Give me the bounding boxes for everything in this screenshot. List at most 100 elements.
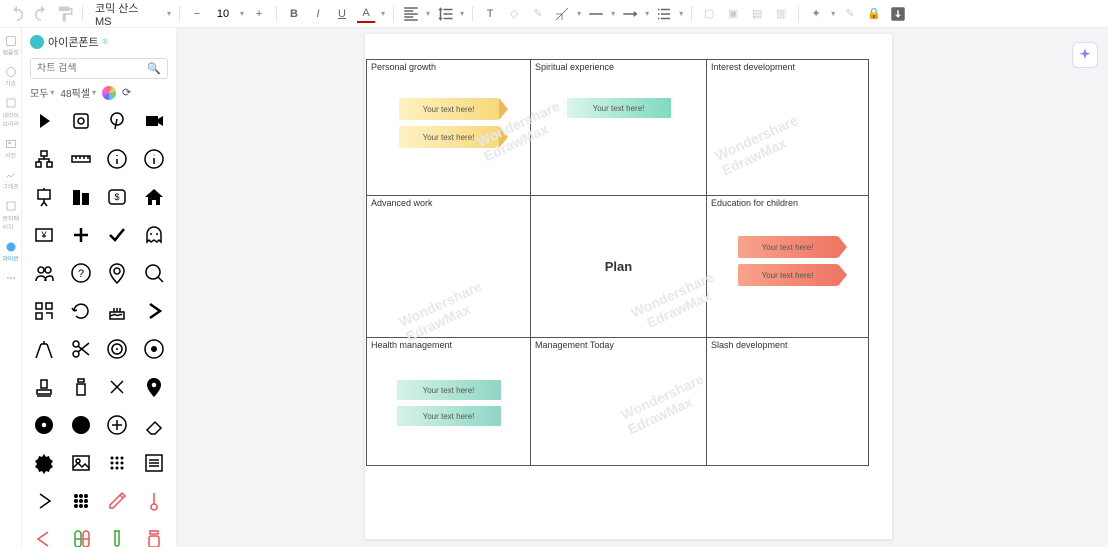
send-back-icon[interactable]: ▥ [772,5,790,23]
cell-title[interactable]: Personal growth [371,62,526,72]
align-icon[interactable] [402,5,420,23]
note[interactable]: Your text here! [738,236,838,258]
increase-font-icon[interactable]: + [250,5,268,23]
search-icon[interactable]: 🔍 [147,62,161,75]
pill-icon[interactable] [67,524,96,547]
shape-icon[interactable]: ◇ [505,5,523,23]
note[interactable]: Your text here! [399,98,499,120]
plan-grid[interactable]: Personal growth Your text here! Your tex… [366,59,869,466]
home-icon[interactable] [140,182,169,212]
decrease-font-icon[interactable]: − [188,5,206,23]
chevron-down-icon[interactable]: ▾ [381,9,385,18]
undo-icon[interactable] [8,5,26,23]
check-icon[interactable] [103,220,132,250]
close-icon[interactable] [103,372,132,402]
note[interactable]: Your text here! [738,264,838,286]
stamp-icon[interactable] [30,372,59,402]
pin-filled-icon[interactable] [140,372,169,402]
video-icon[interactable] [140,106,169,136]
bring-front-icon[interactable]: ▤ [748,5,766,23]
nav-icons[interactable]: 아이콘 [1,238,21,267]
line-spacing-icon[interactable] [436,5,454,23]
nav-templates[interactable]: 템플릿 [1,32,21,61]
wheel-icon[interactable] [30,410,59,440]
text-icon[interactable]: T [481,5,499,23]
alipay-icon[interactable] [67,410,96,440]
search-icon[interactable] [140,258,169,288]
back-icon[interactable] [30,524,59,547]
list-box-icon[interactable] [140,448,169,478]
list-icon[interactable] [655,5,673,23]
bold-icon[interactable]: B [285,5,303,23]
edit-icon[interactable]: ✎ [841,5,859,23]
test-tube-icon[interactable] [103,524,132,547]
arrow-style-icon[interactable] [621,5,639,23]
nav-more[interactable] [1,269,21,288]
map-pin-icon[interactable] [67,106,96,136]
cell-title[interactable]: Management Today [535,340,702,350]
info-icon[interactable] [103,144,132,174]
font-color-icon[interactable]: A [357,5,375,23]
search-input[interactable] [37,63,147,74]
target-icon[interactable] [103,334,132,364]
qr-icon[interactable] [30,296,59,326]
building-icon[interactable] [67,182,96,212]
image-icon[interactable] [67,448,96,478]
arrow-right-icon[interactable] [30,106,59,136]
add-circle-icon[interactable] [103,410,132,440]
connector-icon[interactable] [553,5,571,23]
eraser-icon[interactable] [140,410,169,440]
cell-title[interactable]: Spiritual experience [535,62,702,72]
dots-grid-icon[interactable] [67,486,96,516]
pinterest-icon[interactable] [103,106,132,136]
ai-assistant-button[interactable] [1072,42,1098,68]
cake-icon[interactable] [103,296,132,326]
grid-dots-icon[interactable] [103,448,132,478]
ruler-icon[interactable] [67,144,96,174]
jar-icon[interactable] [140,524,169,547]
ungroup-icon[interactable]: ▣ [724,5,742,23]
redo-icon[interactable] [32,5,50,23]
refresh-icon[interactable]: ⟳ [122,86,131,99]
color-filter[interactable] [102,86,116,100]
cell-title[interactable]: Advanced work [371,198,526,208]
thermometer-icon[interactable] [140,486,169,516]
group-icon[interactable]: ▢ [700,5,718,23]
gear-icon[interactable] [30,448,59,478]
note[interactable]: Your text here! [397,406,501,426]
ghost-icon[interactable] [140,220,169,250]
font-select[interactable]: 코믹 산스 MS [91,0,161,29]
compass-icon[interactable] [30,334,59,364]
cell-title[interactable]: Slash development [711,340,864,350]
org-icon[interactable] [30,144,59,174]
font-size-input[interactable] [212,8,234,20]
arrow-right-icon[interactable] [140,296,169,326]
ai-star-icon[interactable]: ✦ [807,5,825,23]
help-icon[interactable]: ? [67,258,96,288]
italic-icon[interactable]: I [309,5,327,23]
users-icon[interactable] [30,258,59,288]
chevron-down-icon[interactable]: ▾ [167,9,171,18]
plus-icon[interactable] [67,220,96,250]
yen-icon[interactable]: ¥ [30,220,59,250]
page[interactable]: Personal growth Your text here! Your tex… [365,34,892,539]
disc-icon[interactable] [140,334,169,364]
cell-title[interactable]: Health management [371,340,526,350]
dropper-icon[interactable] [103,486,132,516]
money-icon[interactable]: $ [103,182,132,212]
nav-library[interactable]: 내라이브러리 [1,94,21,133]
canvas[interactable]: Personal growth Your text here! Your tex… [177,28,1108,547]
note[interactable]: Your text here! [567,98,671,118]
underline-icon[interactable]: U [333,5,351,23]
highlight-icon[interactable]: ✎ [529,5,547,23]
center-title[interactable]: Plan [605,259,632,274]
line-style-icon[interactable] [587,5,605,23]
scissors-icon[interactable] [67,334,96,364]
nav-charts[interactable]: 그래프 [1,166,21,195]
nav-symbols[interactable]: 기호 [1,63,21,92]
lock-icon[interactable]: 🔒 [865,5,883,23]
note[interactable]: Your text here! [399,126,499,148]
cell-title[interactable]: Interest development [711,62,864,72]
rotate-icon[interactable] [67,296,96,326]
bottle-icon[interactable] [67,372,96,402]
